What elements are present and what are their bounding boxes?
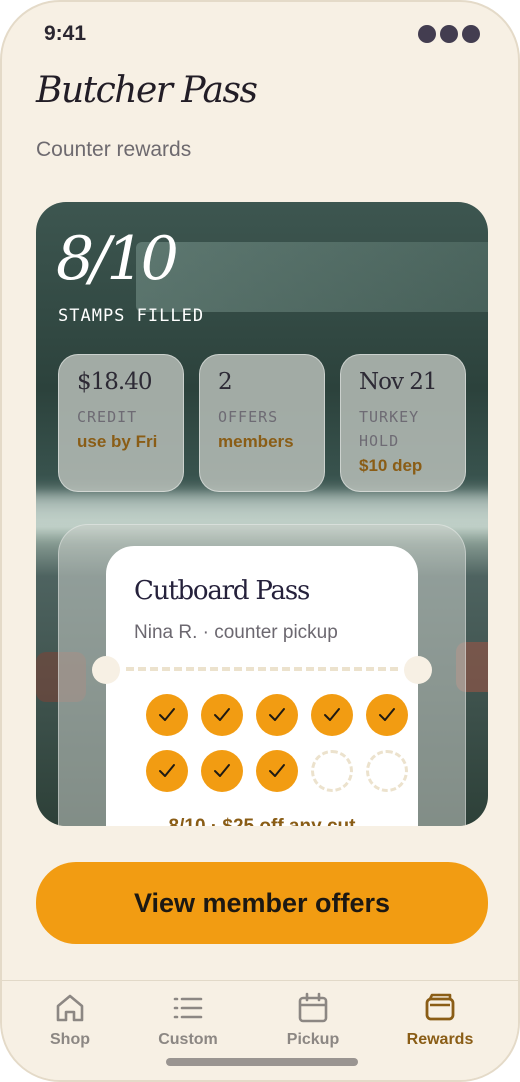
stat-note: $10 dep: [359, 456, 423, 475]
list-icon: [173, 997, 203, 1019]
stamp-filled: [146, 694, 188, 736]
app-subtitle: Counter rewards: [36, 138, 192, 161]
tab-bar: Shop Custom Pickup Rewards: [2, 980, 518, 1080]
check-icon: [324, 708, 340, 721]
cutboard-pass-card[interactable]: Cutboard Pass Nina R. · counter pickup 8…: [92, 546, 432, 826]
stamp-grid: [146, 694, 408, 792]
tab-label: Shop: [50, 1031, 90, 1048]
ticket-notch: [92, 656, 120, 684]
status-dot: [462, 25, 480, 43]
check-icon: [159, 708, 175, 721]
check-icon: [214, 708, 230, 721]
ticket-divider: [126, 667, 398, 671]
tab-label: Pickup: [286, 1031, 340, 1048]
stat-label: TURKEY HOLD: [359, 408, 420, 450]
stamps-count: 8/10: [56, 224, 179, 294]
rewards-hero-card: 8/10 STAMPS FILLED $18.40 CREDIT use by …: [36, 202, 488, 826]
stamp-empty: [366, 750, 408, 792]
app-title: Butcher Pass: [36, 70, 258, 111]
stat-note: members: [218, 432, 294, 451]
pass-title: Cutboard Pass: [134, 576, 310, 606]
stat-label: CREDIT: [77, 408, 138, 426]
status-dot: [440, 25, 458, 43]
stat-value: 2: [218, 369, 233, 395]
stat-card-turkey-hold[interactable]: Nov 21 TURKEY HOLD $10 dep: [340, 354, 466, 492]
pass-footer: 8/10 · $25 off any cut: [106, 816, 418, 826]
stat-note: use by Fri: [77, 432, 158, 451]
status-dot: [418, 25, 436, 43]
tab-custom[interactable]: Custom: [133, 981, 243, 1061]
tab-rewards[interactable]: Rewards: [385, 981, 495, 1061]
tab-pickup[interactable]: Pickup: [258, 981, 368, 1061]
check-icon: [159, 764, 175, 777]
view-member-offers-button[interactable]: View member offers: [36, 862, 488, 944]
wallet-icon: [425, 993, 455, 1021]
stamp-filled: [311, 694, 353, 736]
ticket-notch: [404, 656, 432, 684]
stamp-filled: [146, 750, 188, 792]
check-icon: [269, 708, 285, 721]
home-icon: [56, 994, 84, 1022]
stamp-filled: [366, 694, 408, 736]
check-icon: [379, 708, 395, 721]
tab-label: Custom: [158, 1031, 218, 1048]
stamp-empty: [311, 750, 353, 792]
home-indicator[interactable]: [166, 1058, 358, 1066]
stamp-filled: [201, 694, 243, 736]
stat-card-credit[interactable]: $18.40 CREDIT use by Fri: [58, 354, 184, 492]
tab-shop[interactable]: Shop: [15, 981, 125, 1061]
stamp-filled: [256, 694, 298, 736]
stamp-filled: [256, 750, 298, 792]
tab-label: Rewards: [406, 1031, 474, 1048]
check-icon: [214, 764, 230, 777]
phone-screen: 9:41 Butcher Pass Counter rewards 8/10 S…: [0, 0, 520, 1082]
calendar-icon: [298, 992, 328, 1023]
background-photo-sign: [136, 242, 488, 312]
stat-value: Nov 21: [359, 369, 438, 395]
stat-label: OFFERS: [218, 408, 279, 426]
pass-owner: Nina R. · counter pickup: [134, 622, 338, 643]
stamp-filled: [201, 750, 243, 792]
stamps-caption: STAMPS FILLED: [58, 306, 205, 326]
status-time: 9:41: [44, 22, 87, 45]
check-icon: [269, 764, 285, 777]
status-icons: [418, 25, 480, 43]
stat-value: $18.40: [77, 369, 152, 395]
stat-card-offers[interactable]: 2 OFFERS members: [199, 354, 325, 492]
